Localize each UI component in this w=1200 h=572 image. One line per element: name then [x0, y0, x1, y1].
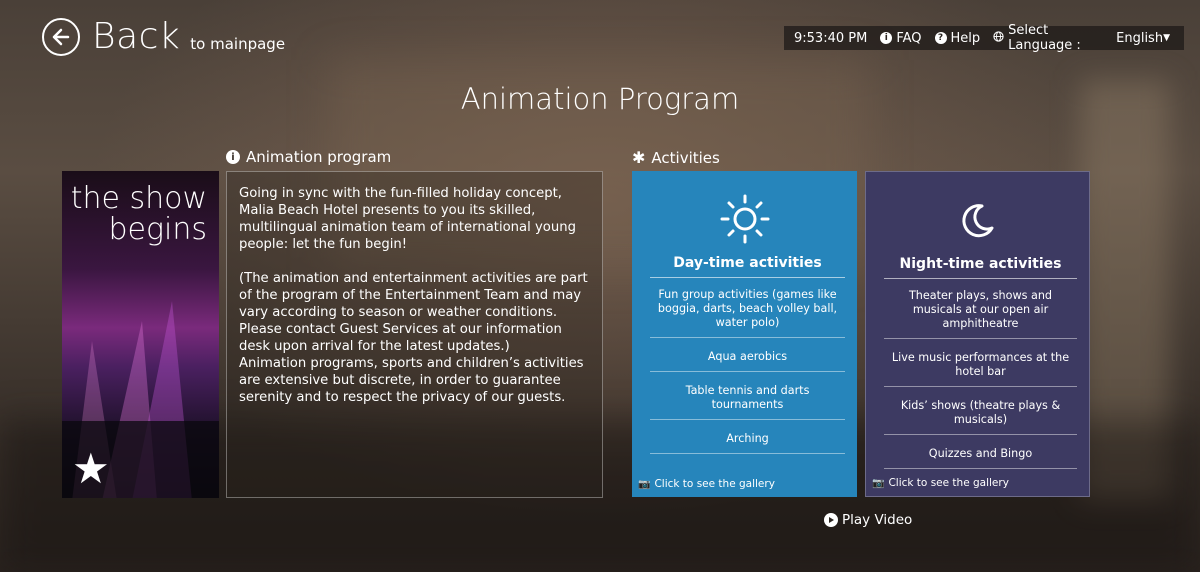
description-paragraph: Animation programs, sports and children’… [239, 356, 584, 405]
help-label: Help [950, 30, 981, 46]
poster-line-1: the show [70, 181, 207, 216]
list-item[interactable]: Fun group activities (games like boggia,… [650, 284, 845, 338]
day-activities-card[interactable]: Day-time activities Fun group activities… [632, 171, 857, 497]
arrow-left-icon [42, 17, 80, 56]
night-title: Night-time activities [884, 256, 1077, 279]
night-gallery-link[interactable]: 📷 Click to see the gallery [872, 477, 1009, 489]
page-title: Animation Program [460, 82, 740, 116]
list-item[interactable]: Quizzes and Bingo [884, 443, 1077, 469]
info-icon: i [226, 150, 240, 164]
help-link[interactable]: ? Help [934, 30, 981, 46]
question-icon: ? [934, 32, 947, 44]
moon-icon [866, 194, 1089, 240]
language-value: English [1116, 30, 1164, 46]
list-item[interactable]: Theater plays, shows and musicals at our… [884, 285, 1077, 339]
program-heading: i Animation program [226, 148, 391, 166]
play-video-button[interactable]: Play Video [824, 512, 912, 528]
program-heading-label: Animation program [246, 148, 392, 166]
back-label: Back [92, 16, 181, 57]
night-activity-list: Theater plays, shows and musicals at our… [884, 285, 1077, 477]
faq-label: FAQ [896, 30, 922, 46]
list-item[interactable]: Arching [650, 428, 845, 454]
poster-line-2: begins [108, 212, 207, 247]
caret-down-icon: ▼ [1163, 33, 1170, 43]
sun-icon [632, 193, 857, 244]
language-selector[interactable]: Select Language : English ▼ [993, 23, 1184, 53]
play-video-label: Play Video [842, 512, 913, 528]
list-item[interactable]: Table tennis and darts tournaments [650, 380, 845, 420]
list-item[interactable]: Live music performances at the hotel bar [884, 347, 1077, 387]
star-icon: ★ [72, 444, 110, 493]
camera-icon: 📷 [638, 478, 651, 490]
clock: 9:53:40 PM [794, 30, 868, 46]
program-description: Going in sync with the fun-filled holida… [226, 171, 603, 498]
activities-heading-label: Activities [651, 148, 720, 167]
day-title: Day-time activities [650, 255, 845, 278]
asterisk-icon: ✱ [632, 148, 646, 167]
poster-caption: the show begins [71, 183, 207, 245]
globe-icon [993, 30, 1004, 46]
back-sublabel: to mainpage [190, 34, 286, 53]
activities-heading: ✱ Activities [632, 148, 720, 167]
day-gallery-link[interactable]: 📷 Click to see the gallery [638, 478, 775, 490]
day-activity-list: Fun group activities (games like boggia,… [650, 284, 845, 462]
play-icon [824, 513, 838, 527]
show-poster-image: the show begins ★ [62, 171, 219, 498]
faq-link[interactable]: i FAQ [880, 30, 922, 46]
night-activities-card[interactable]: Night-time activities Theater plays, sho… [865, 171, 1090, 497]
back-button[interactable]: Back to mainpage [42, 16, 285, 57]
list-item[interactable]: Aqua aerobics [650, 346, 845, 372]
gallery-label: Click to see the gallery [888, 477, 1009, 489]
description-paragraph: Going in sync with the fun-filled holida… [239, 186, 576, 252]
camera-icon: 📷 [872, 477, 885, 489]
language-label: Select Language : [1008, 23, 1081, 53]
list-item[interactable]: Kids’ shows (theatre plays & musicals) [884, 395, 1077, 435]
info-icon: i [880, 32, 893, 44]
top-bar: 9:53:40 PM i FAQ ? Help Select Language … [784, 23, 1184, 53]
gallery-label: Click to see the gallery [654, 478, 775, 490]
description-paragraph: (The animation and entertainment activit… [239, 271, 588, 354]
